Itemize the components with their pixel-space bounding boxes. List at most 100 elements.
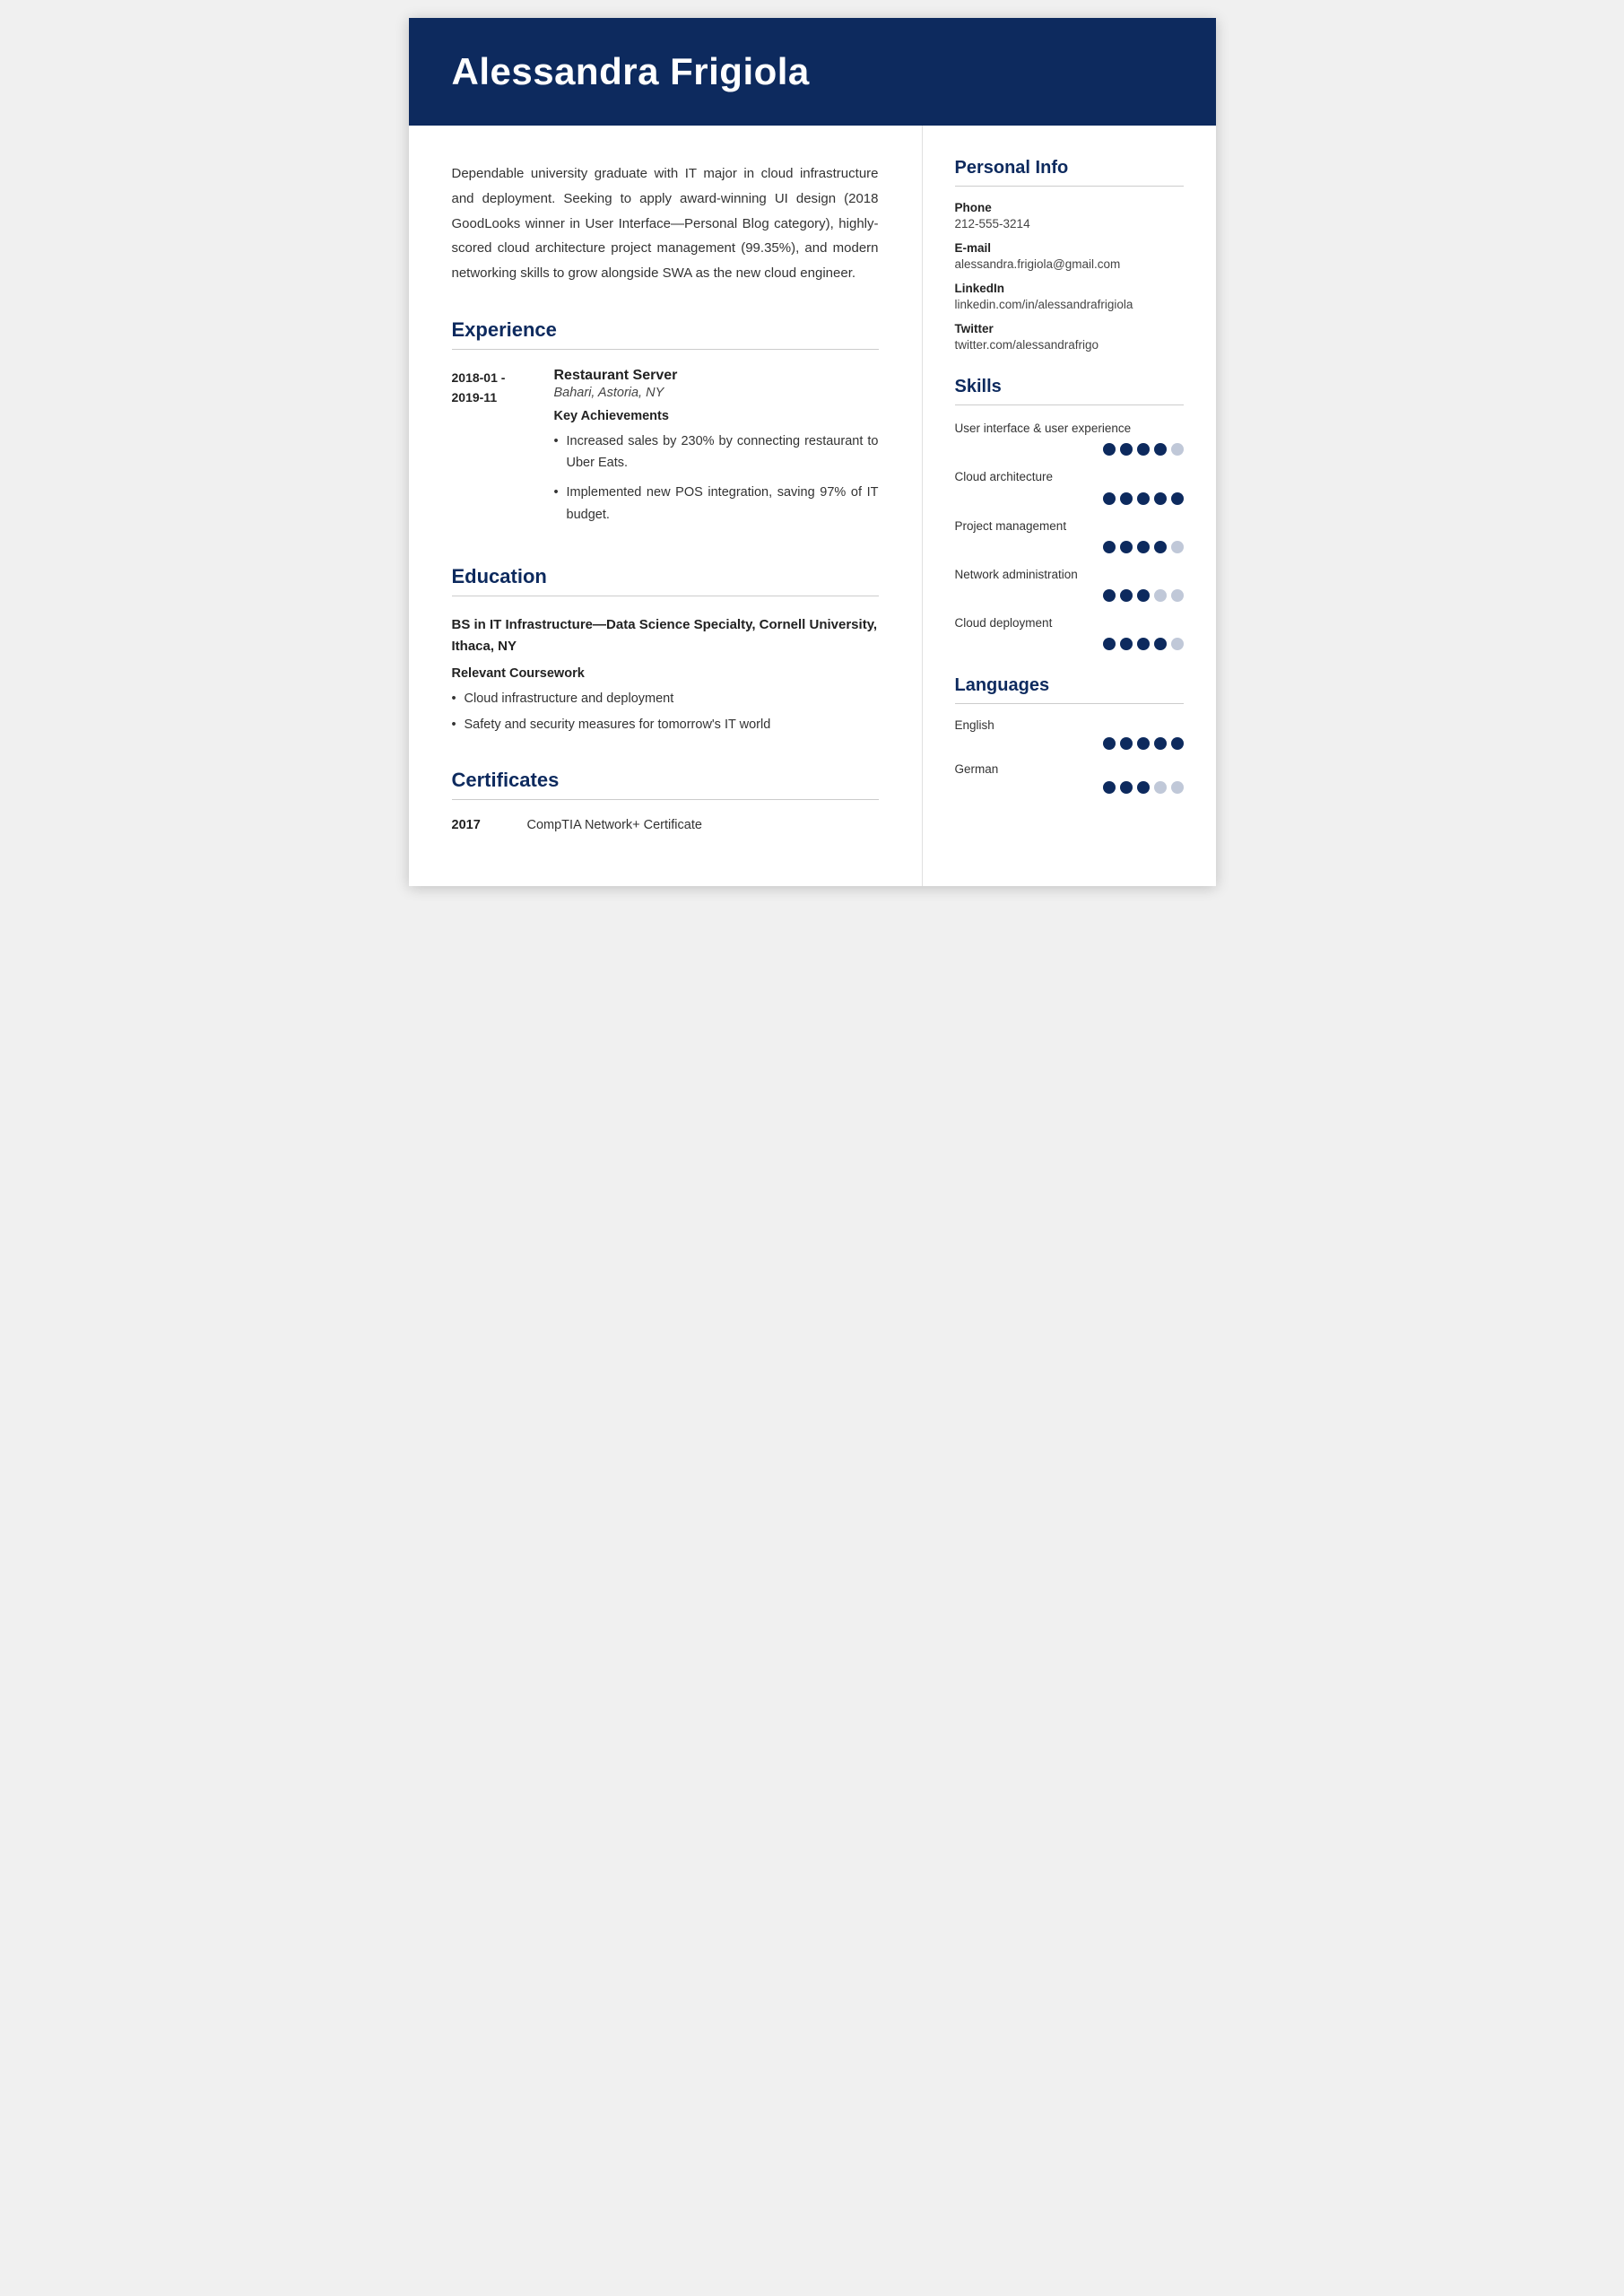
- skill-name: Project management: [955, 517, 1184, 535]
- email-value: alessandra.frigiola@gmail.com: [955, 257, 1184, 271]
- language-name: German: [955, 762, 1184, 776]
- dot-filled: [1120, 541, 1133, 553]
- dot-filled: [1154, 541, 1167, 553]
- language-dots: [955, 781, 1184, 794]
- twitter-value: twitter.com/alessandrafrigo: [955, 338, 1184, 352]
- language-name: English: [955, 718, 1184, 732]
- dot-empty: [1154, 781, 1167, 794]
- skill-dots: [955, 443, 1184, 456]
- skill-item: Cloud architecture: [955, 468, 1184, 504]
- languages-title: Languages: [955, 675, 1184, 696]
- dot-filled: [1137, 492, 1150, 505]
- experience-dates: 2018-01 - 2019-11: [452, 368, 533, 534]
- coursework-title: Relevant Coursework: [452, 666, 879, 681]
- languages-divider: [955, 703, 1184, 704]
- achievements-list: Increased sales by 230% by connecting re…: [554, 430, 879, 526]
- summary-text: Dependable university graduate with IT m…: [452, 161, 879, 286]
- experience-section: Experience 2018-01 - 2019-11 Restaurant …: [452, 318, 879, 534]
- skill-dots: [955, 541, 1184, 553]
- dot-empty: [1171, 443, 1184, 456]
- dot-filled: [1137, 737, 1150, 750]
- skills-title: Skills: [955, 377, 1184, 397]
- dot-filled: [1137, 541, 1150, 553]
- cert-entry: 2017 CompTIA Network+ Certificate: [452, 818, 879, 832]
- personal-info-section: Personal Info Phone 212-555-3214 E-mail …: [955, 158, 1184, 352]
- personal-info-divider: [955, 186, 1184, 187]
- dot-empty: [1171, 638, 1184, 650]
- skill-item: Network administration: [955, 566, 1184, 602]
- linkedin-value: linkedin.com/in/alessandrafrigiola: [955, 298, 1184, 311]
- personal-info-title: Personal Info: [955, 158, 1184, 178]
- dot-filled: [1137, 638, 1150, 650]
- header: Alessandra Frigiola: [409, 18, 1216, 126]
- dot-filled: [1154, 638, 1167, 650]
- skills-container: User interface & user experience Cloud ar…: [955, 420, 1184, 650]
- language-dots: [955, 737, 1184, 750]
- key-achievements-title: Key Achievements: [554, 409, 879, 423]
- dot-filled: [1154, 443, 1167, 456]
- dot-filled: [1154, 737, 1167, 750]
- skills-divider: [955, 404, 1184, 405]
- language-item: English: [955, 718, 1184, 750]
- dot-empty: [1171, 589, 1184, 602]
- experience-divider: [452, 349, 879, 350]
- languages-container: English German: [955, 718, 1184, 794]
- skill-name: Cloud architecture: [955, 468, 1184, 486]
- linkedin-label: LinkedIn: [955, 282, 1184, 295]
- dot-filled: [1103, 541, 1116, 553]
- dot-filled: [1137, 781, 1150, 794]
- dot-filled: [1154, 492, 1167, 505]
- dot-filled: [1120, 781, 1133, 794]
- dot-filled: [1120, 638, 1133, 650]
- language-item: German: [955, 762, 1184, 794]
- phone-label: Phone: [955, 201, 1184, 214]
- skill-item: User interface & user experience: [955, 420, 1184, 456]
- dot-filled: [1120, 589, 1133, 602]
- date-end: 2019-11: [452, 387, 533, 407]
- dot-filled: [1103, 638, 1116, 650]
- dot-filled: [1171, 492, 1184, 505]
- dot-filled: [1103, 492, 1116, 505]
- right-column: Personal Info Phone 212-555-3214 E-mail …: [923, 126, 1216, 886]
- dot-filled: [1103, 443, 1116, 456]
- achievement-item: Increased sales by 230% by connecting re…: [554, 430, 879, 474]
- skill-item: Cloud deployment: [955, 614, 1184, 650]
- skills-section: Skills User interface & user experience C…: [955, 377, 1184, 650]
- edu-degree: BS in IT Infrastructure—Data Science Spe…: [452, 614, 879, 657]
- education-title: Education: [452, 565, 879, 588]
- job-company: Bahari, Astoria, NY: [554, 386, 879, 400]
- dot-filled: [1103, 737, 1116, 750]
- dot-filled: [1103, 781, 1116, 794]
- experience-entry: 2018-01 - 2019-11 Restaurant Server Baha…: [452, 368, 879, 534]
- dot-filled: [1103, 589, 1116, 602]
- experience-title: Experience: [452, 318, 879, 342]
- coursework-list: Cloud infrastructure and deployment Safe…: [452, 688, 879, 735]
- certificates-divider: [452, 799, 879, 800]
- skill-name: Cloud deployment: [955, 614, 1184, 632]
- coursework-item: Safety and security measures for tomorro…: [452, 714, 879, 736]
- skill-dots: [955, 589, 1184, 602]
- certificates-title: Certificates: [452, 769, 879, 792]
- email-label: E-mail: [955, 241, 1184, 255]
- dot-filled: [1171, 737, 1184, 750]
- cert-name: CompTIA Network+ Certificate: [527, 818, 702, 832]
- dot-filled: [1137, 589, 1150, 602]
- dot-filled: [1137, 443, 1150, 456]
- skill-item: Project management: [955, 517, 1184, 553]
- job-title: Restaurant Server: [554, 368, 879, 384]
- left-column: Dependable university graduate with IT m…: [409, 126, 923, 886]
- dot-empty: [1171, 541, 1184, 553]
- achievement-item: Implemented new POS integration, saving …: [554, 482, 879, 526]
- dot-filled: [1120, 492, 1133, 505]
- dot-empty: [1154, 589, 1167, 602]
- experience-details: Restaurant Server Bahari, Astoria, NY Ke…: [554, 368, 879, 534]
- main-content: Dependable university graduate with IT m…: [409, 126, 1216, 886]
- dot-filled: [1120, 443, 1133, 456]
- education-section: Education BS in IT Infrastructure—Data S…: [452, 565, 879, 735]
- candidate-name: Alessandra Frigiola: [452, 50, 1173, 93]
- date-start: 2018-01 -: [452, 368, 533, 387]
- skill-dots: [955, 492, 1184, 505]
- certificates-section: Certificates 2017 CompTIA Network+ Certi…: [452, 769, 879, 832]
- dot-filled: [1120, 737, 1133, 750]
- resume-container: Alessandra Frigiola Dependable universit…: [409, 18, 1216, 886]
